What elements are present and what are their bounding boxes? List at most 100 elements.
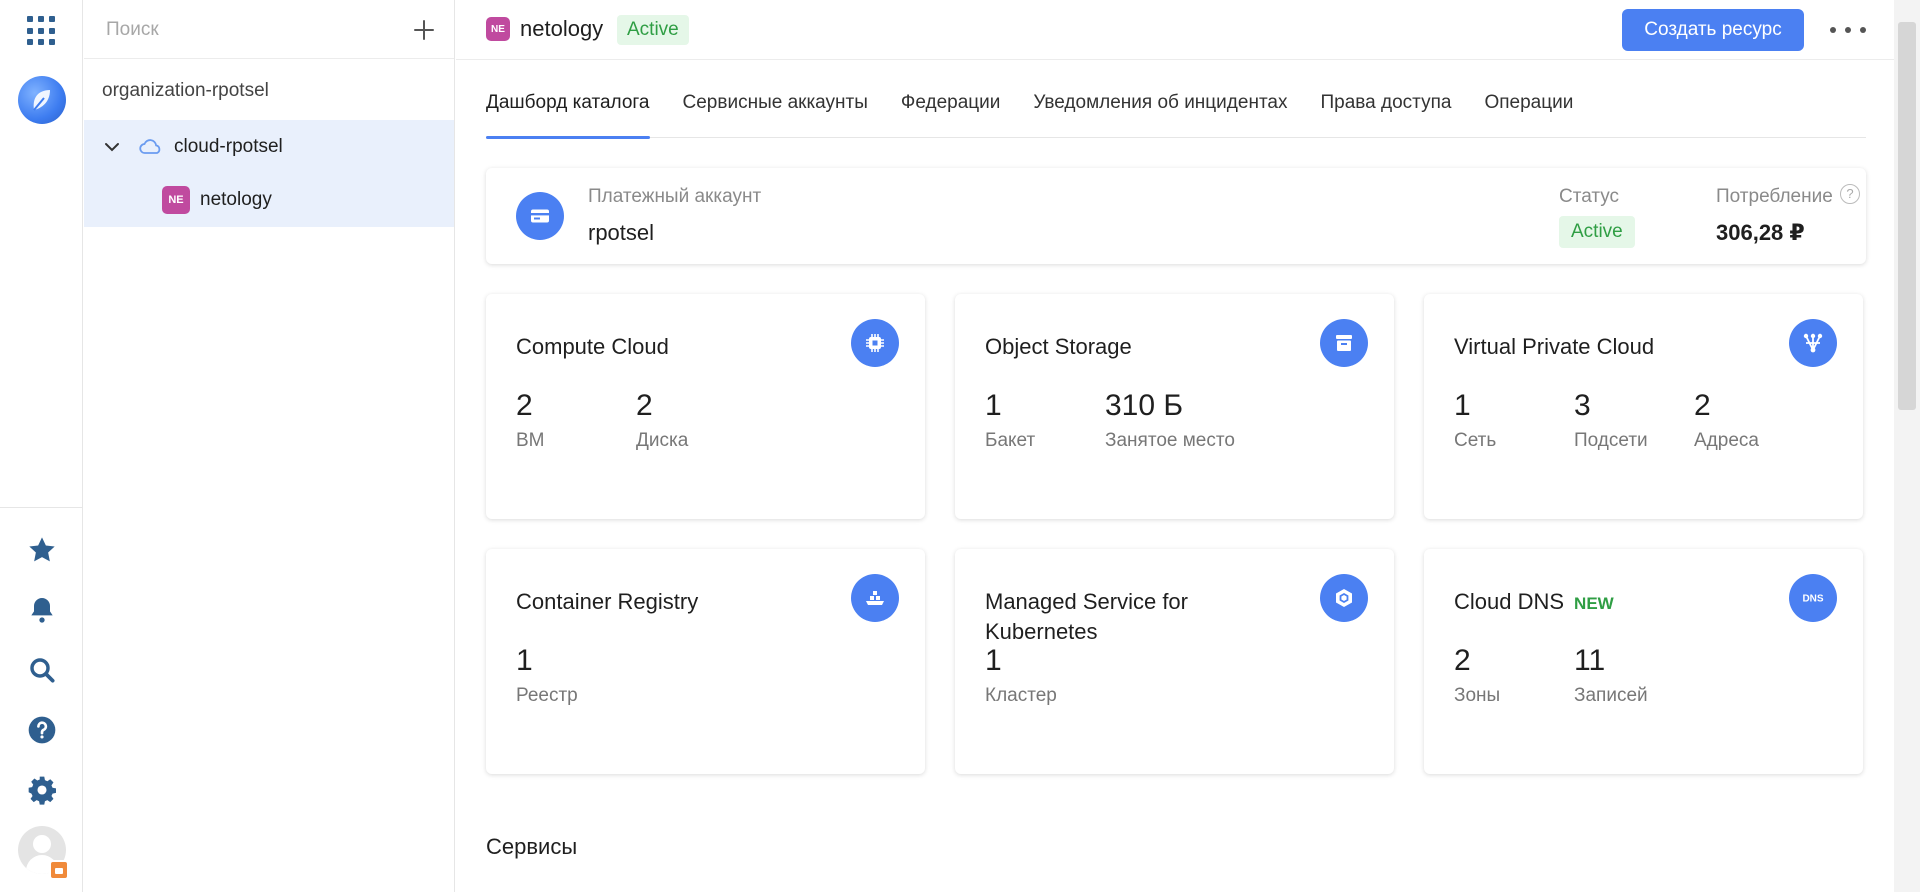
tree-item-label: cloud-rpotsel: [174, 136, 283, 157]
dns-icon: DNS: [1789, 574, 1837, 622]
tree-item-cloud[interactable]: cloud-rpotsel: [102, 134, 283, 160]
metric: 2 ВМ: [516, 388, 545, 452]
resource-tree-panel: organization-rpotsel cloud-rpotsel NE ne…: [84, 0, 455, 892]
main-content: NE netology Active Создать ресурс Дашбор…: [456, 0, 1896, 892]
metric: 2 Зоны: [1454, 643, 1500, 707]
card-title: Object Storage: [985, 334, 1132, 359]
metric: 1 Сеть: [1454, 388, 1496, 452]
tree-search-row: [84, 0, 454, 59]
tab-federations[interactable]: Федерации: [901, 80, 1001, 138]
metric-label: Диска: [636, 430, 689, 451]
consumption-value: 306,28 ₽: [1716, 220, 1805, 245]
metric: 310 Б Занятое место: [1105, 388, 1235, 452]
scrollbar-thumb[interactable]: [1898, 22, 1916, 410]
apps-grid-icon[interactable]: [27, 16, 57, 46]
metric-value: 1: [1454, 389, 1471, 422]
chip-icon: [851, 319, 899, 367]
metric-label: Подсети: [1574, 430, 1648, 451]
add-icon[interactable]: [410, 16, 438, 44]
status-badge: Active: [617, 15, 689, 45]
billing-status-badge: Active: [1559, 216, 1635, 248]
folder-badge: NE: [162, 186, 190, 214]
metric-value: 11: [1574, 644, 1606, 677]
tab-service-accounts[interactable]: Сервисные аккаунты: [683, 80, 868, 138]
rail-divider: [0, 507, 83, 508]
card-title: Container Registry: [516, 589, 699, 614]
tab-operations[interactable]: Операции: [1484, 80, 1573, 138]
metric: 1 Реестр: [516, 643, 578, 707]
search-input[interactable]: [104, 14, 384, 46]
metric-label: Записей: [1574, 685, 1648, 706]
tree-item-folder[interactable]: NE netology: [162, 186, 272, 214]
metric-label: Зоны: [1454, 685, 1501, 706]
tree-item-label: netology: [200, 189, 272, 210]
metric-label: Сеть: [1454, 430, 1497, 451]
registry-icon: [851, 574, 899, 622]
metric-value: 310 Б: [1105, 389, 1184, 422]
metric-value: 2: [636, 389, 653, 422]
metric-value: 1: [985, 644, 1002, 677]
service-card-object-storage[interactable]: Object Storage 1 Бакет 310 Б Занятое мес…: [955, 294, 1394, 519]
card-title: Managed Service for Kubernetes: [985, 589, 1188, 644]
cloud-logo-icon[interactable]: [18, 76, 66, 124]
billing-account-name[interactable]: rpotsel: [588, 220, 654, 246]
folder-badge: NE: [486, 17, 510, 41]
metric-label: Адреса: [1694, 430, 1759, 451]
metric-value: 1: [516, 644, 533, 677]
search-icon[interactable]: [26, 654, 58, 686]
credit-card-icon: [516, 192, 564, 240]
metric: 1 Бакет: [985, 388, 1035, 452]
card-title: Compute Cloud: [516, 334, 669, 359]
card-title: Cloud DNS NEW: [1454, 587, 1754, 619]
service-card-compute-cloud[interactable]: Compute Cloud 2 ВМ 2 Диска: [486, 294, 925, 519]
metric-label: Реестр: [516, 685, 578, 706]
billing-account-card[interactable]: Платежный аккаунт rpotsel Статус Active …: [486, 168, 1866, 264]
left-rail: [0, 0, 83, 892]
tab-dashboard[interactable]: Дашборд каталога: [486, 80, 650, 139]
billing-account-label: Платежный аккаунт: [588, 186, 762, 207]
billing-status-label: Статус: [1559, 186, 1620, 207]
service-card-vpc[interactable]: Virtual Private Cloud 1 Сеть 3 Подсети 2…: [1424, 294, 1863, 519]
top-bar: NE netology Active Создать ресурс: [456, 0, 1896, 60]
tree-organization[interactable]: organization-rpotsel: [102, 80, 269, 102]
metric: 2 Диска: [636, 388, 688, 452]
star-icon[interactable]: [26, 534, 58, 566]
network-icon: [1789, 319, 1837, 367]
services-section-title: Сервисы: [486, 834, 578, 859]
metric-label: Кластер: [985, 685, 1057, 706]
metric-label: Занятое место: [1105, 430, 1235, 451]
help-icon[interactable]: ?: [1840, 184, 1860, 204]
metric-value: 2: [516, 389, 533, 422]
metric-value: 2: [1694, 389, 1711, 422]
bell-icon[interactable]: [26, 594, 58, 626]
service-card-cloud-dns[interactable]: Cloud DNS NEW DNS 2 Зоны 11 Записей: [1424, 549, 1863, 774]
metric: 1 Кластер: [985, 643, 1057, 707]
help-icon[interactable]: [26, 714, 58, 746]
service-card-kubernetes[interactable]: Managed Service for Kubernetes 1 Кластер: [955, 549, 1394, 774]
metric-value: 2: [1454, 644, 1471, 677]
metric: 2 Адреса: [1694, 388, 1759, 452]
metric: 11 Записей: [1574, 643, 1648, 707]
tab-access-rights[interactable]: Права доступа: [1321, 80, 1452, 138]
card-title-text: Cloud DNS: [1454, 589, 1565, 614]
more-options-icon[interactable]: [1830, 18, 1866, 42]
metric-label: Бакет: [985, 430, 1036, 451]
consumption-label: Потребление: [1716, 186, 1833, 207]
storage-icon: [1320, 319, 1368, 367]
new-badge: NEW: [1574, 594, 1614, 613]
scrollbar[interactable]: [1894, 0, 1920, 892]
create-resource-button[interactable]: Создать ресурс: [1622, 9, 1804, 51]
tab-incident-notifications[interactable]: Уведомления об инцидентах: [1033, 80, 1287, 138]
chevron-down-icon[interactable]: [102, 137, 122, 157]
dns-icon-text: DNS: [1802, 594, 1823, 605]
kubernetes-icon: [1320, 574, 1368, 622]
service-card-container-registry[interactable]: Container Registry 1 Реестр: [486, 549, 925, 774]
tree-selected-cloud: cloud-rpotsel NE netology: [84, 120, 454, 227]
cloud-icon: [139, 139, 161, 154]
metric-label: ВМ: [516, 430, 545, 451]
metric-value: 1: [985, 389, 1002, 422]
card-title: Virtual Private Cloud: [1454, 334, 1655, 359]
page-title: netology: [520, 16, 604, 41]
tab-bar: Дашборд каталога Сервисные аккаунты Феде…: [486, 80, 1866, 139]
gear-icon[interactable]: [26, 774, 58, 806]
